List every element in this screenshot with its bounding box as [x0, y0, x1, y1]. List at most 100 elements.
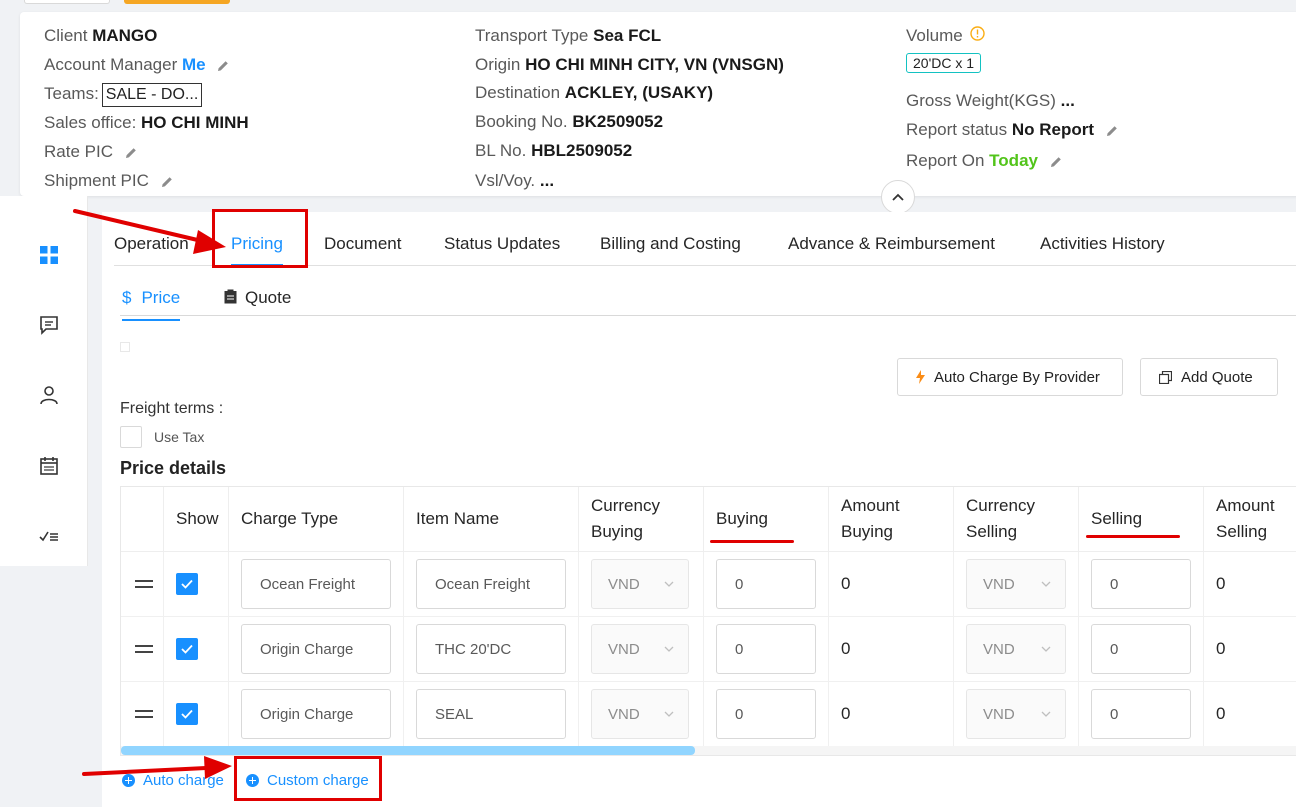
header-currency-buying-text: Currency Buying: [591, 493, 660, 545]
top-tab-orange[interactable]: [124, 0, 230, 4]
show-checkbox[interactable]: [176, 703, 198, 725]
pencil-icon[interactable]: [1105, 124, 1119, 138]
tab-billing-and-costing[interactable]: Billing and Costing: [600, 234, 741, 254]
collapse-button[interactable]: [881, 180, 915, 214]
amount-buying-value: 0: [841, 574, 851, 593]
header-selling-text: Selling: [1091, 509, 1143, 528]
account-manager-label: Account Manager: [44, 55, 178, 74]
booking-row: Booking No. BK2509052: [475, 112, 663, 132]
auto-charge-by-provider-label: Auto Charge By Provider: [934, 368, 1100, 386]
item-name-input[interactable]: THC 20'DC: [416, 624, 566, 674]
table-horizontal-scrollbar[interactable]: [121, 746, 1296, 755]
plus-circle-icon: [122, 774, 135, 787]
subtab-price-label: Price: [141, 288, 181, 307]
currency-buying-select[interactable]: VND: [591, 624, 689, 674]
use-tax-checkbox[interactable]: [120, 426, 142, 448]
table-row-drag-handle[interactable]: [121, 682, 164, 747]
charge-type-input[interactable]: Ocean Freight: [241, 559, 391, 609]
subtab-price[interactable]: $ Price: [122, 288, 181, 321]
calendar-icon[interactable]: [38, 455, 60, 477]
use-tax-label: Use Tax: [154, 429, 205, 445]
task-list-icon[interactable]: [38, 525, 60, 547]
table-cell-show: [164, 617, 229, 682]
top-tab-outline[interactable]: [24, 0, 110, 4]
currency-buying-value: VND: [608, 640, 640, 658]
drag-handle-icon[interactable]: [135, 710, 153, 718]
table-row-drag-handle[interactable]: [121, 617, 164, 682]
subtab-quote[interactable]: Quote: [224, 288, 291, 308]
tab-operation[interactable]: Operation: [114, 234, 189, 254]
add-quote-label: Add Quote: [1181, 368, 1253, 386]
info-icon[interactable]: [970, 26, 986, 41]
auto-charge-link[interactable]: Auto charge: [122, 772, 224, 789]
table-cell-selling: 0: [1079, 617, 1204, 682]
currency-selling-select[interactable]: VND: [966, 624, 1066, 674]
table-cell-item-name: SEAL: [404, 682, 579, 747]
currency-buying-select[interactable]: VND: [591, 559, 689, 609]
buying-input[interactable]: 0: [716, 689, 816, 739]
selling-input[interactable]: 0: [1091, 689, 1191, 739]
check-icon: [181, 579, 193, 589]
destination-label: Destination: [475, 83, 561, 102]
selling-input[interactable]: 0: [1091, 559, 1191, 609]
placeholder-box: [120, 342, 130, 352]
pencil-icon[interactable]: [160, 175, 174, 189]
freight-terms-label: Freight terms :: [120, 400, 224, 417]
pencil-icon[interactable]: [1049, 155, 1063, 169]
currency-buying-select[interactable]: VND: [591, 689, 689, 739]
auto-charge-label: Auto charge: [143, 772, 224, 789]
scrollbar-thumb[interactable]: [121, 746, 695, 755]
chevron-down-icon: [1041, 646, 1051, 652]
teams-tag[interactable]: SALE - DO...: [101, 83, 203, 107]
table-cell-amount-buying: 0: [829, 552, 954, 617]
transport-type-value: Sea FCL: [593, 26, 662, 45]
header-amount-selling-text: Amount Selling: [1216, 493, 1275, 545]
drag-handle-icon[interactable]: [135, 580, 153, 588]
account-manager-row: Account Manager Me: [44, 55, 230, 75]
tab-status-updates[interactable]: Status Updates: [444, 234, 560, 254]
header-currency-selling-line2: Selling: [966, 522, 1018, 541]
dashboard-icon[interactable]: [38, 244, 60, 266]
tab-document[interactable]: Document: [324, 234, 401, 254]
charge-type-input[interactable]: Origin Charge: [241, 624, 391, 674]
tab-activities-history[interactable]: Activities History: [1040, 234, 1165, 254]
vsl-label: Vsl/Voy.: [475, 171, 536, 190]
account-manager-value[interactable]: Me: [182, 55, 206, 74]
item-name-input[interactable]: SEAL: [416, 689, 566, 739]
client-label: Client: [44, 26, 88, 45]
chevron-down-icon: [1041, 711, 1051, 717]
table-row-drag-handle[interactable]: [121, 552, 164, 617]
bl-row: BL No. HBL2509052: [475, 141, 632, 161]
header-selling: Selling: [1079, 487, 1204, 552]
selling-input[interactable]: 0: [1091, 624, 1191, 674]
gross-weight-label: Gross Weight(KGS): [906, 91, 1056, 110]
amount-buying-value: 0: [841, 704, 851, 723]
drag-handle-icon[interactable]: [135, 645, 153, 653]
table-cell-amount-selling: 0: [1204, 617, 1296, 682]
header-amount-selling-line2: Selling: [1216, 522, 1268, 541]
currency-selling-value: VND: [983, 640, 1015, 658]
auto-charge-by-provider-button[interactable]: Auto Charge By Provider: [897, 358, 1123, 396]
user-icon[interactable]: [38, 384, 60, 406]
currency-selling-value: VND: [983, 705, 1015, 723]
show-checkbox[interactable]: [176, 573, 198, 595]
volume-label: Volume: [906, 26, 963, 45]
pencil-icon[interactable]: [124, 146, 138, 160]
pencil-icon[interactable]: [216, 59, 230, 73]
vsl-row: Vsl/Voy. ...: [475, 171, 554, 191]
buying-input[interactable]: 0: [716, 559, 816, 609]
drag-column-header: [121, 487, 164, 552]
sales-office-value: HO CHI MINH: [141, 113, 249, 132]
table-cell-show: [164, 552, 229, 617]
currency-selling-select[interactable]: VND: [966, 689, 1066, 739]
item-name-input[interactable]: Ocean Freight: [416, 559, 566, 609]
charge-type-input[interactable]: Origin Charge: [241, 689, 391, 739]
chevron-up-icon: [892, 193, 904, 201]
currency-selling-select[interactable]: VND: [966, 559, 1066, 609]
tab-advance-reimbursement[interactable]: Advance & Reimbursement: [788, 234, 995, 254]
show-checkbox[interactable]: [176, 638, 198, 660]
buying-input[interactable]: 0: [716, 624, 816, 674]
header-item-name: Item Name: [404, 487, 579, 552]
chat-icon[interactable]: [38, 314, 60, 336]
add-quote-button[interactable]: Add Quote: [1140, 358, 1278, 396]
